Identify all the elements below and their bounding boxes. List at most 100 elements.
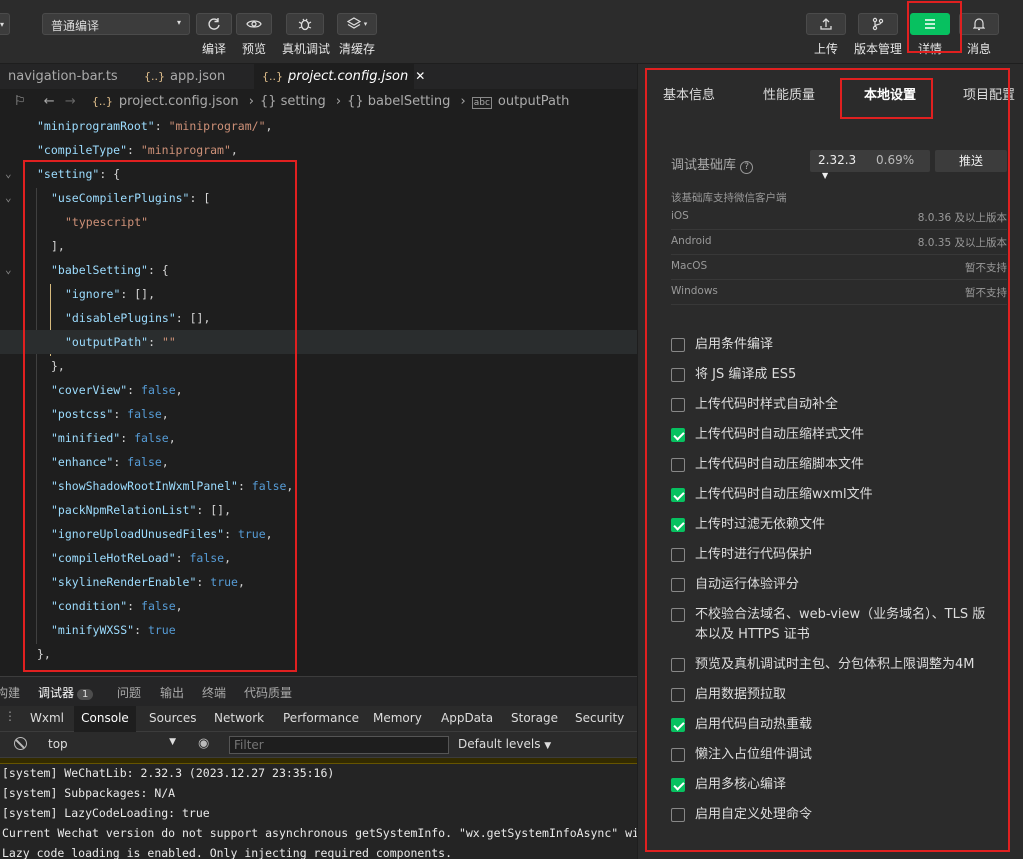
tab-security[interactable]: Security (575, 711, 624, 725)
checkbox[interactable] (671, 748, 685, 762)
tab-basic-info[interactable]: 基本信息 (663, 84, 715, 103)
forward-arrow-icon[interactable]: → (65, 94, 76, 109)
breadcrumb-output[interactable]: outputPath (498, 94, 569, 109)
context-select[interactable]: top ▼ (48, 737, 180, 751)
tab-project-config[interactable]: 项目配置 (963, 84, 1015, 103)
close-icon[interactable]: ✕ (415, 69, 425, 83)
code-line[interactable]: "babelSetting": {⌄ (0, 258, 637, 282)
filter-input[interactable] (229, 736, 449, 754)
tab-build[interactable]: 构建 (0, 684, 20, 701)
code-lines[interactable]: "miniprogramRoot": "miniprogram/", "compi… (0, 114, 637, 676)
code-line[interactable]: "miniprogramRoot": "miniprogram/", (0, 114, 637, 138)
checkbox[interactable] (671, 488, 685, 502)
checkbox[interactable] (671, 458, 685, 472)
tab-appdata[interactable]: AppData (441, 711, 493, 725)
tab-project-config[interactable]: {..} project.config.json ✕ (254, 64, 425, 90)
checkbox[interactable] (671, 518, 685, 532)
tab-performance-quality[interactable]: 性能质量 (763, 84, 815, 103)
tab-wxml[interactable]: Wxml (30, 711, 64, 725)
fold-chevron-icon[interactable]: ⌄ (5, 162, 12, 186)
eye-icon[interactable]: ◉ (198, 736, 209, 751)
tab-local-settings[interactable]: 本地设置 (864, 84, 916, 103)
code-line[interactable]: "minifyWXSS": true (0, 618, 637, 642)
checkbox[interactable] (671, 398, 685, 412)
tab-app-json[interactable]: {..} app.json (136, 64, 254, 90)
checkbox[interactable] (671, 548, 685, 562)
checkbox[interactable] (671, 608, 685, 622)
remote-debug-button[interactable] (286, 13, 324, 35)
code-line[interactable]: "minified": false, (0, 426, 637, 450)
checkbox[interactable] (671, 338, 685, 352)
tab-problems[interactable]: 问题 (117, 684, 141, 701)
checkbox[interactable] (671, 808, 685, 822)
branch-icon (872, 17, 884, 31)
breadcrumb-babel[interactable]: {} babelSetting (347, 94, 450, 109)
tab-navigation-bar[interactable]: navigation-bar.ts (0, 64, 136, 90)
code-line[interactable]: "setting": {⌄ (0, 162, 637, 186)
code-line[interactable]: "skylineRenderEnable": true, (0, 570, 637, 594)
debugger-badge: 1 (77, 689, 94, 700)
checkbox[interactable] (671, 718, 685, 732)
code-line[interactable]: "typescript" (0, 210, 637, 234)
help-icon[interactable]: ? (740, 161, 754, 174)
code-line[interactable]: "disablePlugins": [], (0, 306, 637, 330)
details-button[interactable] (910, 13, 950, 35)
code-line[interactable]: }, (0, 642, 637, 666)
tab-debugger[interactable]: 调试器 1 (38, 684, 94, 701)
fold-chevron-icon[interactable]: ⌄ (5, 258, 12, 282)
clear-cache-button[interactable]: ▾ (337, 13, 377, 35)
checkbox[interactable] (671, 368, 685, 382)
code-line[interactable]: "packNpmRelationList": [], (0, 498, 637, 522)
tab-storage[interactable]: Storage (511, 711, 558, 725)
code-line[interactable]: "postcss": false, (0, 402, 637, 426)
version-button[interactable] (858, 13, 898, 35)
checkbox[interactable] (671, 658, 685, 672)
code-line[interactable]: "ignore": [], (0, 282, 637, 306)
breadcrumb-setting[interactable]: {} setting (260, 94, 326, 109)
compile-mode-select[interactable]: 普通编译 ▾ (42, 13, 190, 35)
tab-output[interactable]: 输出 (160, 684, 184, 701)
code-line[interactable]: "ignoreUploadUnusedFiles": true, (0, 522, 637, 546)
menu-dropdown-button[interactable]: ▾ (0, 13, 10, 35)
checkbox[interactable] (671, 688, 685, 702)
preview-button[interactable] (236, 13, 272, 35)
tab-terminal[interactable]: 终端 (202, 684, 226, 701)
compile-button[interactable] (196, 13, 232, 35)
console-output[interactable]: [system] WeChatLib: 2.32.3 (2023.12.27 2… (0, 758, 637, 859)
warning-strip (0, 758, 637, 764)
tab-sources[interactable]: Sources (149, 711, 196, 725)
base-lib-select[interactable]: 2.32.3 0.69% ▼ (810, 150, 930, 180)
panel-tabs: 构建 调试器 1 问题 输出 终端 代码质量 (0, 676, 637, 706)
code-line[interactable]: "outputPath": "" (0, 330, 637, 354)
fold-chevron-icon[interactable]: ⌄ (5, 186, 12, 210)
checkbox[interactable] (671, 778, 685, 792)
breadcrumb-file[interactable]: project.config.json (119, 94, 239, 109)
bookmark-icon[interactable]: ⚐ (14, 94, 26, 109)
code-line[interactable]: "showShadowRootInWxmlPanel": false, (0, 474, 637, 498)
levels-select[interactable]: Default levels ▼ (458, 737, 551, 751)
devtools-menu-icon[interactable]: ⋮ (4, 709, 16, 723)
code-line[interactable]: "enhance": false, (0, 450, 637, 474)
tab-code-quality[interactable]: 代码质量 (244, 684, 292, 701)
messages-button[interactable] (959, 13, 999, 35)
block-icon[interactable] (14, 737, 27, 750)
checkbox[interactable] (671, 578, 685, 592)
upload-button[interactable] (806, 13, 846, 35)
tab-console[interactable]: Console (74, 706, 136, 732)
code-line[interactable]: "condition": false, (0, 594, 637, 618)
code-token: : (175, 551, 190, 565)
code-line[interactable]: "useCompilerPlugins": [⌄ (0, 186, 637, 210)
code-line[interactable]: "coverView": false, (0, 378, 637, 402)
code-line[interactable]: "compileType": "miniprogram", (0, 138, 637, 162)
code-line[interactable]: ], (0, 234, 637, 258)
tab-performance[interactable]: Performance (283, 711, 359, 725)
push-button[interactable]: 推送 (935, 150, 1007, 172)
code-line[interactable]: "compileHotReLoad": false, (0, 546, 637, 570)
back-arrow-icon[interactable]: ← (44, 94, 55, 109)
tab-network[interactable]: Network (214, 711, 264, 725)
code-line[interactable]: }, (0, 354, 637, 378)
checkbox[interactable] (671, 428, 685, 442)
remote-debug-label: 真机调试 (281, 42, 330, 56)
refresh-icon (208, 18, 220, 30)
tab-memory[interactable]: Memory (373, 711, 422, 725)
